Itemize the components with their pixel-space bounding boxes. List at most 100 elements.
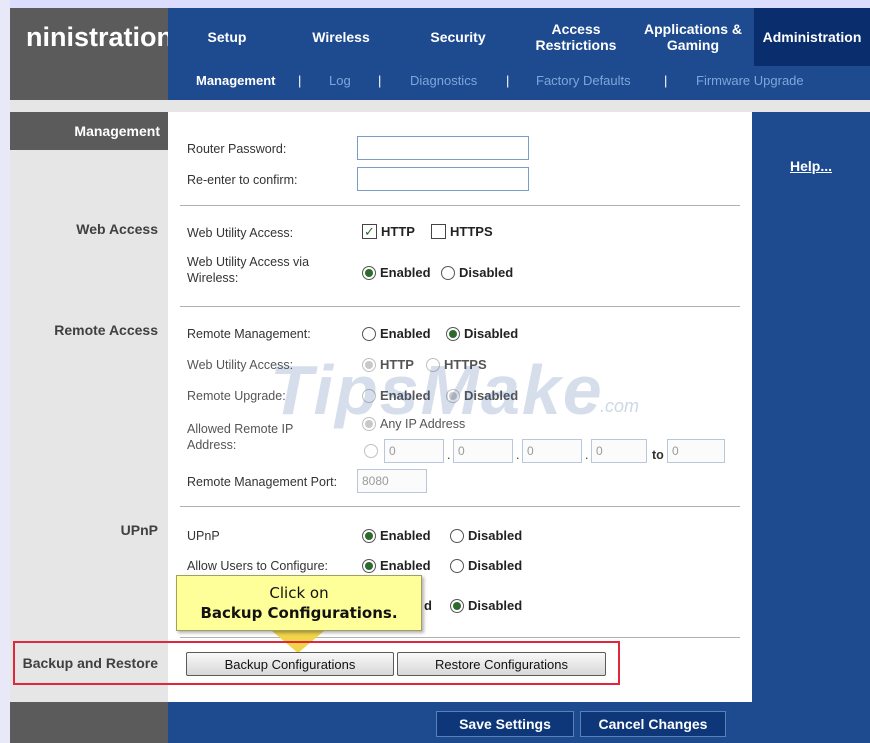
allow-config-disabled-option[interactable]: Disabled: [450, 558, 522, 573]
wireless-access-enabled-radio[interactable]: [362, 265, 376, 280]
web-access-label: Web Access: [76, 221, 158, 237]
remote-http-radio: [362, 357, 376, 372]
remote-mgmt-disabled-radio[interactable]: [446, 326, 460, 341]
subtab-separator: |: [378, 73, 382, 88]
enabled-label: Enabled: [380, 265, 431, 280]
subtab-diagnostics[interactable]: Diagnostics: [410, 66, 477, 96]
help-link[interactable]: Help...: [790, 158, 832, 174]
https-label: HTTPS: [450, 224, 493, 239]
upnp-section-label: UPnP: [120, 522, 158, 538]
spacer-row: [10, 100, 870, 112]
callout-line-2: Backup Configurations.: [177, 603, 421, 623]
disabled-label: Disabled: [468, 528, 523, 543]
tab-wireless[interactable]: Wireless: [286, 8, 396, 66]
any-ip-label: Any IP Address: [380, 417, 466, 431]
subtab-management[interactable]: Management: [196, 66, 275, 96]
remote-upgrade-enabled-option: Enabled: [362, 388, 431, 403]
remote-mgmt-port-input: 8080: [357, 469, 427, 493]
router-password-input[interactable]: [357, 136, 529, 160]
remote-access-label: Remote Access: [54, 322, 158, 338]
ip-dot: .: [585, 448, 589, 462]
confirm-password-input[interactable]: [357, 167, 529, 191]
backup-configurations-button[interactable]: Backup Configurations: [186, 652, 394, 676]
remote-https-radio: [426, 357, 440, 372]
specific-ip-radio: [364, 444, 378, 458]
save-settings-button[interactable]: Save Settings: [436, 711, 574, 737]
instruction-callout: Click on Backup Configurations.: [176, 575, 422, 631]
page-title: ninistration: [26, 22, 173, 52]
disabled-label: Disabled: [464, 326, 519, 341]
subtab-separator: |: [664, 73, 668, 88]
subtab-separator: |: [506, 73, 510, 88]
divider: [180, 205, 740, 206]
tab-administration[interactable]: Administration: [754, 8, 870, 66]
http-label: HTTP: [381, 224, 415, 239]
remote-mgmt-enabled-option[interactable]: Enabled: [362, 326, 431, 341]
tab-access-restrictions[interactable]: Access Restrictions: [520, 8, 632, 66]
upnp-enabled-radio[interactable]: [362, 528, 376, 543]
tab-security[interactable]: Security: [396, 8, 520, 66]
router-admin-page: ninistration Setup Wireless Security Acc…: [0, 0, 870, 743]
https-checkbox[interactable]: [431, 224, 446, 239]
subtab-log[interactable]: Log: [329, 66, 351, 96]
cancel-changes-button[interactable]: Cancel Changes: [580, 711, 726, 737]
http-option[interactable]: ✓ HTTP: [362, 224, 415, 239]
allow-users-configure-label: Allow Users to Configure:: [187, 559, 329, 573]
remote-https-option: HTTPS: [426, 357, 487, 372]
remote-web-utility-label: Web Utility Access:: [187, 358, 294, 372]
disabled-label: Disabled: [459, 265, 514, 280]
allow-config-enabled-option[interactable]: Enabled: [362, 558, 431, 573]
https-option[interactable]: HTTPS: [431, 224, 493, 239]
router-password-label: Router Password:: [187, 142, 287, 156]
https-label: HTTPS: [444, 357, 487, 372]
http-checkbox[interactable]: ✓: [362, 224, 377, 239]
ip-octet-2-input: 0: [453, 439, 513, 463]
subtab-separator: |: [298, 73, 302, 88]
ip-range-end-input: 0: [667, 439, 725, 463]
subtab-firmware-upgrade[interactable]: Firmware Upgrade: [696, 66, 804, 96]
enabled-label: Enabled: [380, 388, 431, 403]
ip-octet-1-input: 0: [384, 439, 444, 463]
allow-config-disabled-radio[interactable]: [450, 558, 464, 573]
divider: [180, 637, 740, 638]
ip-octet-4-input: 0: [591, 439, 647, 463]
tab-applications-gaming[interactable]: Applications & Gaming: [632, 8, 754, 66]
remote-mgmt-enabled-radio[interactable]: [362, 326, 376, 341]
divider: [180, 306, 740, 307]
ip-range-to-label: to: [652, 448, 664, 462]
allow-config-enabled-radio[interactable]: [362, 558, 376, 573]
main-nav: Setup Wireless Security Access Restrictio…: [168, 8, 870, 66]
ip-octet-3-input: 0: [522, 439, 582, 463]
remote-mgmt-port-label: Remote Management Port:: [187, 475, 338, 489]
subtab-factory-defaults[interactable]: Factory Defaults: [536, 66, 631, 96]
watermark-domain: .com: [600, 396, 640, 416]
section-heading: Management: [74, 123, 160, 139]
wireless-access-disabled-radio[interactable]: [441, 265, 455, 280]
wireless-access-enabled-option[interactable]: Enabled: [362, 265, 431, 280]
third-upnp-disabled-radio[interactable]: [450, 598, 464, 613]
third-upnp-disabled-option[interactable]: Disabled: [450, 598, 522, 613]
divider: [180, 506, 740, 507]
sub-nav: Management | Log | Diagnostics | Factory…: [168, 66, 870, 100]
disabled-label: Disabled: [468, 558, 523, 573]
upnp-enabled-option[interactable]: Enabled: [362, 528, 431, 543]
upnp-label: UPnP: [187, 529, 220, 543]
remote-upgrade-label: Remote Upgrade:: [187, 389, 286, 403]
upnp-disabled-radio[interactable]: [450, 528, 464, 543]
footer-right: [752, 702, 870, 743]
upnp-disabled-option[interactable]: Disabled: [450, 528, 522, 543]
remote-upgrade-enabled-radio: [362, 388, 376, 403]
any-ip-radio: [362, 417, 376, 431]
restore-configurations-button[interactable]: Restore Configurations: [397, 652, 606, 676]
enabled-label: Enabled: [380, 528, 431, 543]
tab-setup[interactable]: Setup: [168, 8, 286, 66]
callout-emphasis: Backup Configurations.: [200, 604, 398, 622]
remote-upgrade-disabled-option: Disabled: [446, 388, 518, 403]
disabled-label: Disabled: [468, 598, 523, 613]
any-ip-option: Any IP Address: [362, 417, 465, 431]
remote-mgmt-disabled-option[interactable]: Disabled: [446, 326, 518, 341]
disabled-label: Disabled: [464, 388, 519, 403]
wireless-access-disabled-option[interactable]: Disabled: [441, 265, 513, 280]
footer-left: [10, 702, 168, 743]
callout-line-1: Click on: [269, 584, 329, 602]
